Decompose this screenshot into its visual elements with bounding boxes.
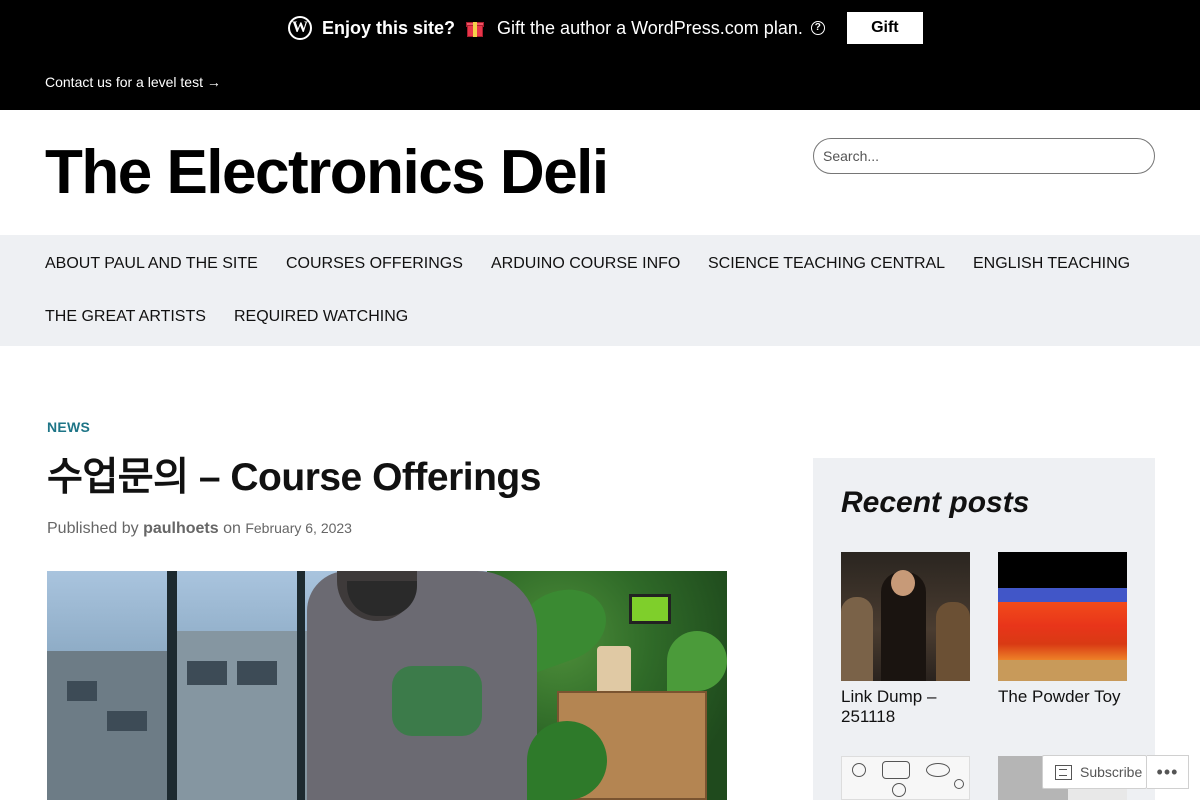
nav-item-artists[interactable]: THE GREAT ARTISTS	[45, 308, 206, 326]
post-category[interactable]: NEWS	[47, 419, 90, 435]
more-options-button[interactable]: •••	[1147, 755, 1189, 789]
recent-post-thumbnail-3[interactable]	[841, 756, 970, 800]
recent-posts-heading: Recent posts	[841, 486, 1030, 519]
recent-post-link-2[interactable]: The Powder Toy	[998, 687, 1148, 707]
recent-post-thumbnail-2[interactable]	[998, 552, 1127, 681]
byline-on: on	[223, 520, 241, 537]
contact-link[interactable]: Contact us for a level test →	[45, 74, 221, 90]
nav-item-arduino[interactable]: ARDUINO COURSE INFO	[491, 255, 680, 273]
help-icon[interactable]: ?	[810, 21, 825, 35]
wordpress-logo-icon: W	[288, 16, 312, 40]
post-date-link[interactable]: February 6, 2023	[245, 520, 352, 536]
byline-label: Published by	[47, 520, 139, 537]
sidebar-recent-posts: Recent posts Link Dump – 251118 The Powd…	[813, 458, 1155, 800]
post-title: 수업문의 – Course Offerings	[47, 456, 541, 499]
subscribe-button[interactable]: Subscribe	[1042, 755, 1147, 789]
nav-item-courses[interactable]: COURSES OFFERINGS	[286, 255, 463, 273]
recent-post-thumbnail-1[interactable]	[841, 552, 970, 681]
nav-item-english[interactable]: ENGLISH TEACHING	[973, 255, 1130, 273]
promo-text: Gift the author a WordPress.com plan.	[497, 17, 803, 38]
site-title[interactable]: The Electronics Deli	[45, 138, 609, 208]
gift-icon	[465, 18, 485, 38]
reader-icon	[1055, 764, 1072, 780]
subscribe-label: Subscribe	[1080, 764, 1143, 780]
nav-item-science[interactable]: SCIENCE TEACHING CENTRAL	[708, 255, 945, 273]
post-byline: Published by paulhoets on February 6, 20…	[47, 520, 352, 538]
promo-banner: W Enjoy this site? Gift the author a Wor…	[0, 0, 1200, 110]
main-nav: ABOUT PAUL AND THE SITE COURSES OFFERING…	[0, 235, 1200, 346]
gift-button[interactable]: Gift	[846, 12, 923, 44]
nav-item-about[interactable]: ABOUT PAUL AND THE SITE	[45, 255, 258, 273]
recent-post-link-1[interactable]: Link Dump – 251118	[841, 687, 971, 727]
promo-row: W Enjoy this site? Gift the author a Wor…	[288, 12, 923, 44]
nav-item-watching[interactable]: REQUIRED WATCHING	[234, 308, 408, 326]
promo-headline: Enjoy this site?	[322, 17, 456, 38]
post-author-link[interactable]: paulhoets	[143, 520, 219, 537]
post-featured-image	[47, 571, 727, 800]
search-input[interactable]: Search...	[813, 138, 1155, 174]
